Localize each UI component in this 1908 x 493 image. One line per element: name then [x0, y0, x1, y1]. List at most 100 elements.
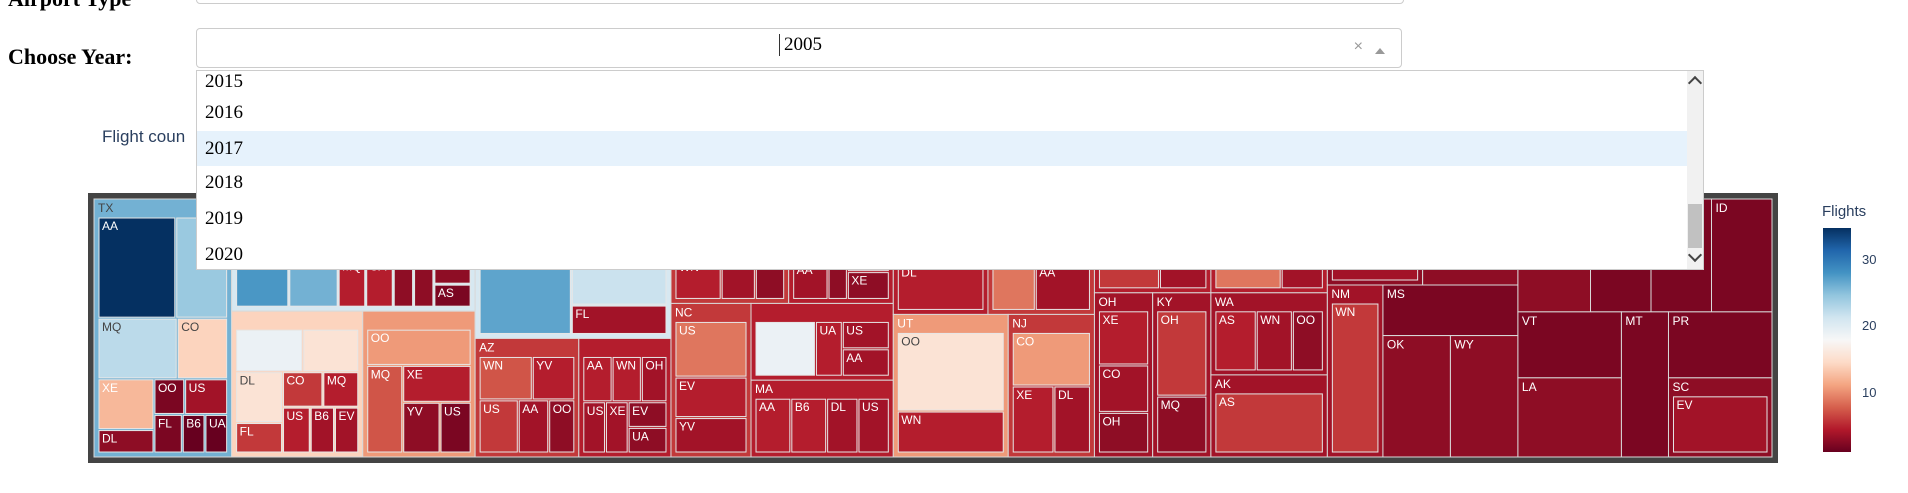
treemap-tile-label: AS — [1219, 313, 1235, 327]
treemap-tile-label: YV — [536, 358, 552, 372]
treemap-tile-label: DL — [831, 400, 847, 414]
treemap-tile-label: YV — [407, 404, 423, 418]
year-option[interactable]: 2016 — [205, 102, 243, 124]
treemap-tile-label: AA — [846, 351, 862, 365]
treemap-tile-label: US — [862, 400, 879, 414]
treemap-block-label: OK — [1387, 338, 1404, 352]
treemap-tile-label: MQ — [371, 367, 390, 381]
treemap-tile-label: AS — [1219, 395, 1235, 409]
treemap-block-label: AK — [1215, 377, 1231, 391]
treemap-tile-label: OO — [553, 402, 572, 416]
year-select-value[interactable]: 2005 — [779, 34, 822, 56]
treemap-block-label: KY — [1157, 295, 1173, 309]
treemap-tile-label: B6 — [795, 400, 810, 414]
airport-type-label: Airport Type — [8, 0, 131, 12]
treemap-tile-label: FL — [575, 307, 589, 321]
treemap-tile-label: B6 — [314, 409, 329, 423]
year-option[interactable]: 2018 — [205, 172, 243, 194]
treemap-tile[interactable] — [303, 329, 359, 372]
year-options-menu[interactable]: 2015 2016 2017 2018 2019 2020 — [196, 70, 1704, 270]
clear-icon[interactable]: × — [1354, 38, 1363, 56]
colorbar-title: Flights — [1822, 203, 1867, 220]
treemap-block-label: MA — [755, 382, 773, 396]
scroll-up-icon[interactable] — [1687, 75, 1703, 91]
treemap-tile-label: AA — [759, 400, 775, 414]
treemap-tile[interactable] — [1331, 303, 1379, 453]
treemap-block[interactable] — [1620, 311, 1669, 458]
treemap-block-label: SC — [1672, 380, 1689, 394]
treemap-tile-label: US — [189, 381, 206, 395]
treemap-block-label: PR — [1672, 314, 1689, 328]
treemap-tile-label: UA — [632, 429, 649, 443]
treemap-block[interactable] — [1382, 335, 1451, 458]
colorbar — [1823, 228, 1851, 452]
treemap-tile-label: US — [587, 404, 604, 418]
menu-scrollbar[interactable] — [1687, 71, 1703, 269]
treemap-tile-label: UA — [819, 323, 836, 337]
treemap-tile-label: US — [287, 409, 304, 423]
treemap-tile-label: EV — [679, 379, 695, 393]
treemap-tile-label: MQ — [1161, 398, 1180, 412]
airport-type-dropdown[interactable] — [196, 0, 1404, 4]
treemap-block-label: MT — [1625, 314, 1643, 328]
treemap-tile-label: AS — [438, 286, 454, 300]
treemap-tile-label: EV — [632, 404, 648, 418]
treemap-tile-label: CO — [1016, 334, 1034, 348]
scroll-thumb[interactable] — [1688, 204, 1702, 248]
treemap-tile-label: DL — [102, 432, 118, 446]
treemap-tile-label: AA — [102, 219, 118, 233]
treemap-tile-label: FL — [158, 416, 172, 430]
treemap-tile-label: OO — [371, 331, 390, 345]
treemap-tile-label: WN — [483, 358, 503, 372]
treemap-block-label: NM — [1331, 287, 1350, 301]
year-option[interactable]: 2019 — [205, 208, 243, 230]
treemap-block-label: ID — [1716, 201, 1728, 215]
treemap-tile-label: WN — [616, 358, 636, 372]
treemap-tile-label: OO — [1296, 313, 1315, 327]
treemap-block-label: AZ — [479, 340, 494, 354]
treemap-block[interactable] — [1711, 198, 1773, 313]
treemap-block-label: NJ — [1012, 316, 1027, 330]
treemap-tile-label: US — [483, 402, 500, 416]
treemap-tile-label: OH — [1102, 414, 1120, 428]
treemap-block-label: MS — [1387, 287, 1405, 301]
treemap-tile-label: OO — [158, 381, 177, 395]
treemap-tile-label: OH — [1161, 313, 1179, 327]
treemap-tile-label: US — [679, 323, 696, 337]
year-option[interactable]: 2020 — [205, 244, 243, 266]
year-label: Choose Year: — [8, 44, 133, 69]
treemap-block-label: TX — [98, 201, 113, 215]
treemap-block-label: UT — [897, 316, 914, 330]
treemap-block-label: WA — [1215, 295, 1234, 309]
treemap-tile-label: EV — [338, 409, 354, 423]
treemap-tile-label: AA — [587, 358, 603, 372]
year-option[interactable]: 2015 — [205, 71, 243, 93]
colorbar-tick: 30 — [1862, 252, 1877, 267]
treemap-tile-label: US — [444, 404, 461, 418]
treemap-block[interactable] — [1449, 335, 1519, 458]
treemap-tile[interactable] — [755, 321, 815, 376]
treemap-tile-label: XE — [609, 404, 625, 418]
treemap-block-label: LA — [1522, 380, 1537, 394]
treemap-tile-label: CO — [287, 374, 305, 388]
treemap-block-label: VT — [1522, 314, 1538, 328]
treemap-block-label: WY — [1454, 338, 1473, 352]
scroll-down-icon[interactable] — [1687, 247, 1703, 263]
treemap-block-label: NC — [675, 305, 693, 319]
year-select[interactable]: 2005 × — [196, 28, 1402, 68]
treemap-tile-label: WN — [1335, 305, 1355, 319]
chevron-up-icon[interactable] — [1375, 48, 1385, 54]
treemap-tile-label: DL — [1058, 388, 1074, 402]
treemap-tile-label: FL — [240, 425, 254, 439]
treemap-tile-label: XE — [1016, 388, 1032, 402]
treemap-block-label: OH — [1098, 295, 1116, 309]
chart-subtitle: Flight coun — [102, 127, 186, 146]
year-option-highlighted[interactable]: 2017 — [197, 131, 1687, 166]
treemap-tile-label: CO — [1102, 367, 1120, 381]
treemap-tile-label: YV — [679, 420, 695, 434]
treemap-tile[interactable] — [236, 329, 303, 372]
treemap-tile-label: CO — [181, 320, 199, 334]
treemap-tile-label: XE — [102, 381, 118, 395]
treemap-tile-label: WN — [1260, 313, 1280, 327]
treemap-tile-label: EV — [1676, 398, 1692, 412]
